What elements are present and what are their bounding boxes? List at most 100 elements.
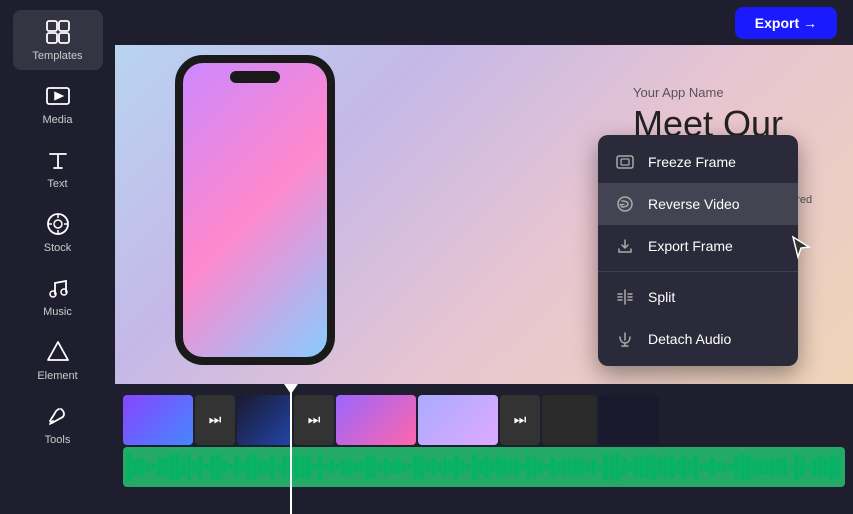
element-icon	[44, 338, 72, 366]
wave-bar	[591, 459, 596, 475]
wave-bar	[335, 464, 340, 470]
wave-bar	[353, 462, 358, 473]
wave-bar	[562, 459, 567, 475]
wave-bar	[419, 455, 424, 480]
menu-item-reverse-video[interactable]: Reverse Video	[598, 183, 798, 225]
thumbnail-1	[123, 395, 193, 445]
wave-bar	[568, 459, 573, 476]
wave-bar	[306, 455, 311, 478]
wave-bar	[758, 459, 763, 475]
thumbnail-3	[336, 395, 416, 445]
wave-bar	[699, 463, 704, 471]
tools-label: Tools	[45, 434, 71, 446]
wave-bar	[413, 456, 418, 478]
wave-bar	[383, 458, 388, 476]
wave-bar	[752, 459, 757, 475]
wave-bar	[520, 464, 525, 470]
media-icon	[44, 82, 72, 110]
wave-bar	[294, 455, 299, 479]
text-icon	[44, 146, 72, 174]
export-button[interactable]: Export →	[735, 7, 837, 39]
wave-bar	[704, 463, 709, 471]
wave-bar	[246, 455, 251, 479]
wave-bar	[401, 462, 406, 473]
wave-bar	[282, 456, 287, 478]
wave-bar	[746, 455, 751, 479]
main-area: Export → Your App Name Meet Our New App …	[115, 0, 853, 514]
wave-bar	[603, 454, 608, 481]
wave-bar	[175, 454, 180, 481]
sidebar-item-media[interactable]: Media	[13, 74, 103, 134]
export-frame-label: Export Frame	[648, 238, 733, 254]
wave-bar	[377, 463, 382, 471]
wave-bar	[764, 460, 769, 474]
wave-bar	[579, 459, 584, 475]
media-label: Media	[43, 114, 73, 126]
transition-3[interactable]: ⏭	[500, 395, 540, 445]
wave-bar	[812, 458, 817, 477]
stock-icon	[44, 210, 72, 238]
wave-bar	[365, 455, 370, 479]
wave-bar	[484, 455, 489, 479]
wave-bar	[710, 458, 715, 475]
wave-bar	[222, 460, 227, 475]
wave-bar	[728, 464, 733, 469]
sidebar-item-music[interactable]: Music	[13, 266, 103, 326]
wave-bar	[127, 453, 132, 480]
wave-bar	[597, 464, 602, 471]
wave-bar	[794, 454, 799, 480]
wave-bar	[270, 456, 275, 477]
transition-icon-2: ⏭	[308, 411, 321, 428]
sidebar-item-text[interactable]: Text	[13, 138, 103, 198]
audio-waveform: // Will be generated in second script	[123, 447, 845, 487]
phone-frame	[175, 55, 335, 365]
sidebar-item-element[interactable]: Element	[13, 330, 103, 390]
wave-bar	[323, 464, 328, 470]
wave-bar	[329, 460, 334, 474]
wave-bar	[651, 454, 656, 480]
wave-bar	[192, 461, 197, 473]
wave-bar	[776, 458, 781, 475]
wave-bar	[675, 460, 680, 473]
music-label: Music	[43, 306, 72, 318]
transition-icon-3: ⏭	[514, 411, 527, 428]
menu-item-detach-audio[interactable]: Detach Audio	[598, 318, 798, 360]
sidebar-item-templates[interactable]: Templates	[13, 10, 103, 70]
timeline-area: ⏭ ⏭ ⏭ // Will be generated in second scr…	[115, 384, 853, 514]
reverse-video-icon	[614, 193, 636, 215]
wave-bar	[425, 462, 430, 472]
transition-2[interactable]: ⏭	[294, 395, 334, 445]
cursor-arrow	[791, 235, 811, 259]
menu-item-freeze-frame[interactable]: Freeze Frame	[598, 141, 798, 183]
wave-bar	[633, 457, 638, 476]
playhead-triangle	[284, 384, 298, 394]
music-icon	[44, 274, 72, 302]
wave-bar	[621, 458, 626, 476]
wave-bar	[639, 456, 644, 478]
thumbnail-2	[237, 395, 292, 445]
wave-bar	[490, 461, 495, 474]
wave-bar	[258, 459, 263, 474]
sidebar-item-stock[interactable]: Stock	[13, 202, 103, 262]
wave-bar	[538, 461, 543, 472]
wave-bar	[609, 455, 614, 479]
sidebar-item-tools[interactable]: Tools	[13, 394, 103, 454]
wave-bar	[276, 463, 281, 472]
video-track[interactable]: ⏭ ⏭ ⏭	[123, 392, 845, 447]
app-name-text: Your App Name	[633, 85, 813, 100]
context-menu: Freeze Frame Reverse Video	[598, 135, 798, 366]
wave-bar	[139, 458, 144, 476]
wave-bar	[800, 457, 805, 477]
menu-item-split[interactable]: Split	[598, 276, 798, 318]
wave-bar	[669, 456, 674, 477]
menu-divider	[598, 271, 798, 272]
menu-item-export-frame[interactable]: Export Frame	[598, 225, 798, 267]
wave-bar	[472, 454, 477, 479]
wave-bar	[204, 464, 209, 470]
wave-bar	[496, 457, 501, 476]
wave-bar	[157, 457, 162, 478]
text-label: Text	[47, 178, 67, 190]
wave-bar	[151, 464, 156, 470]
split-icon	[614, 286, 636, 308]
transition-1[interactable]: ⏭	[195, 395, 235, 445]
